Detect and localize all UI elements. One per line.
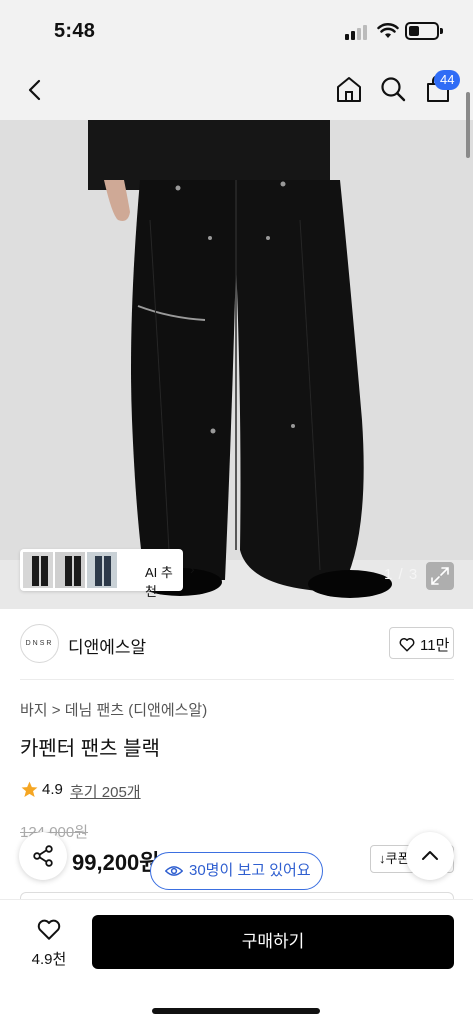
nav-header: [0, 62, 473, 120]
brand-logo[interactable]: DNSR: [20, 624, 59, 663]
heart-icon: [37, 919, 61, 940]
thumbnail-strip[interactable]: AI 추천 ›: [20, 549, 195, 599]
cellular-signal-icon: [345, 24, 369, 40]
scrollbar[interactable]: [466, 92, 470, 158]
brand-name[interactable]: 디앤에스알: [68, 633, 146, 658]
brand-like-button[interactable]: 11만: [389, 627, 454, 659]
home-indicator: [152, 1008, 320, 1014]
product-photo: [0, 120, 473, 609]
breadcrumb[interactable]: 바지 > 데님 팬츠 (디앤에스알): [20, 699, 207, 720]
eye-icon: [165, 866, 183, 876]
review-count-link[interactable]: 후기 205개: [70, 781, 141, 802]
wifi-icon: [377, 23, 399, 38]
status-time: 5:48: [54, 20, 96, 42]
rating-score: 4.9: [42, 781, 63, 798]
divider: [20, 679, 454, 680]
heart-icon: [399, 638, 415, 652]
product-title: 카펜터 팬츠 블랙: [20, 738, 160, 760]
ai-recommend-label[interactable]: AI 추천: [145, 562, 183, 600]
home-icon[interactable]: [334, 74, 364, 104]
product-image[interactable]: 1 / 3: [0, 120, 473, 609]
viewers-text: 30명이 보고 있어요: [189, 862, 311, 879]
bottom-action-bar: 4.9천 구매하기: [0, 899, 473, 1024]
page-indicator: 1 / 3: [384, 566, 419, 583]
share-button[interactable]: [19, 832, 67, 880]
cart-badge: 44: [434, 70, 461, 90]
status-bar: 5:48: [0, 0, 473, 62]
brand-like-count: 11만: [420, 637, 450, 654]
wishlist-count: 4.9천: [31, 951, 67, 968]
wishlist-button[interactable]: 4.9천: [20, 914, 78, 968]
expand-button[interactable]: [426, 562, 454, 590]
thumbnail-1[interactable]: [23, 552, 53, 588]
search-icon[interactable]: [378, 74, 408, 104]
back-arrow-icon[interactable]: [22, 76, 50, 104]
chevron-right-icon: ›: [190, 561, 195, 577]
viewers-count-pill: 30명이 보고 있어요: [150, 852, 323, 890]
chevron-up-icon: [422, 851, 438, 860]
thumbnail-3[interactable]: [87, 552, 117, 588]
share-icon: [33, 845, 53, 867]
buy-button[interactable]: 구매하기: [92, 915, 454, 969]
battery-icon: [405, 22, 443, 40]
star-icon: [21, 781, 38, 798]
expand-icon: [431, 567, 449, 585]
thumbnail-2[interactable]: [55, 552, 85, 588]
scroll-to-top-button[interactable]: [406, 832, 454, 880]
sale-price: 99,200원: [72, 850, 160, 875]
